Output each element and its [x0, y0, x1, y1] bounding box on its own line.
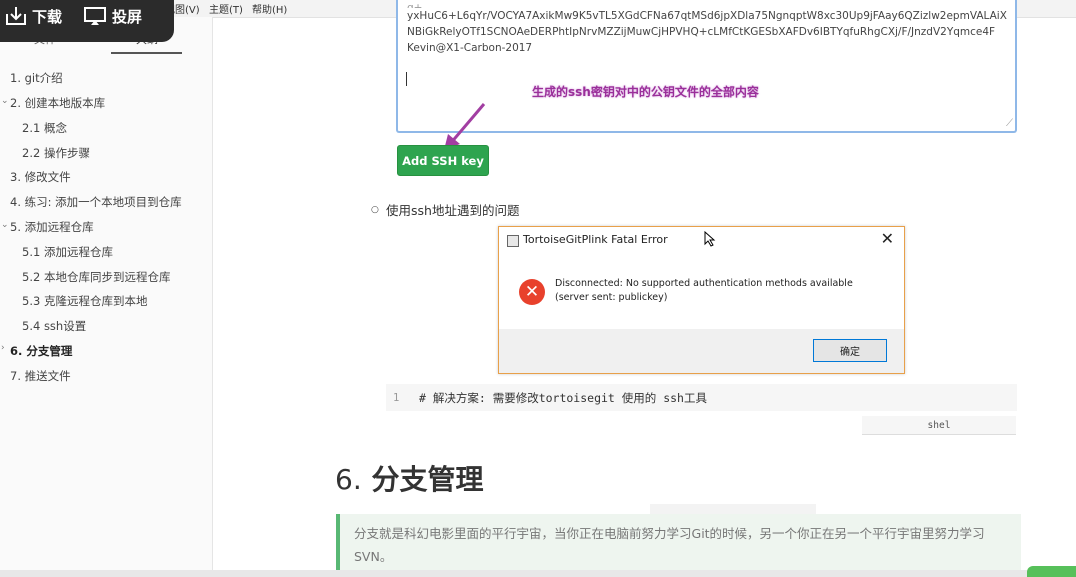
code-line-number: 1 [393, 392, 400, 404]
key-line: Kevin@X1-Carbon-2017 [407, 42, 533, 54]
blockquote: 分支就是科幻电影里面的平行宇宙，当你正在电脑前努力学习Git的时候，另一个你正在… [336, 514, 1021, 577]
section-heading: 6. 分支管理 [335, 458, 483, 498]
key-line: yxHuC6+L6qYr/VOCYA7AxikMw9K5vTL5XGdCFNa6… [407, 10, 1007, 22]
toc-item[interactable]: 7. 推送文件 [10, 368, 71, 384]
status-pill[interactable] [1027, 566, 1076, 577]
ok-button[interactable]: 确定 [813, 339, 887, 362]
quote-text: 分支就是科幻电影里面的平行宇宙，当你正在电脑前努力学习Git的时候，另一个你正在… [354, 526, 985, 564]
toc-item[interactable]: 2.2 操作步骤 [22, 145, 90, 161]
toc-item[interactable]: 3. 修改文件 [10, 169, 71, 185]
cast-button[interactable]: 投屏 [83, 5, 142, 27]
bullet-icon: ○ [371, 205, 379, 215]
dialog-footer: 确定 [499, 329, 904, 373]
toc-item[interactable]: 5.4 ssh设置 [22, 318, 86, 334]
error-dialog: TortoiseGitPlink Fatal Error ✕ ✕ Disconn… [498, 226, 905, 374]
key-line: NBiGkRelyOTf1SCNOAeDERPhtIpNrvMZZijMuwCj… [407, 26, 996, 38]
toc-item[interactable]: 4. 练习: 添加一个本地项目到仓库 [10, 194, 182, 210]
add-ssh-key-button[interactable]: Add SSH key [397, 145, 489, 176]
key-line-cutoff: g+... [407, 2, 433, 8]
chevron-right-icon[interactable]: › [1, 343, 5, 353]
chevron-down-icon[interactable]: ⌄ [1, 220, 9, 230]
error-icon: ✕ [519, 279, 545, 305]
code-text: # 解决方案: 需要修改tortoisegit 使用的 ssh工具 [419, 391, 707, 405]
bullet-text: 使用ssh地址遇到的问题 [386, 203, 520, 218]
download-icon [6, 7, 26, 25]
toc-item[interactable]: 2.1 概念 [22, 120, 67, 136]
download-overlay: 下载 投屏 [0, 0, 174, 42]
cast-label: 投屏 [112, 7, 143, 26]
heading-number: 6. [335, 463, 362, 496]
toc-item[interactable]: 5.3 克隆远程仓库到本地 [22, 293, 147, 309]
sidebar: 文件 大纲 1. git介绍 ⌄ 2. 创建本地版本库 2.1 概念 2.2 操… [0, 17, 213, 577]
horizontal-scrollbar[interactable] [0, 570, 1076, 577]
code-language-select[interactable]: shel [862, 416, 1016, 435]
toc-item-active[interactable]: 6. 分支管理 [10, 343, 72, 359]
text-cursor [406, 72, 407, 86]
cast-icon [84, 7, 106, 25]
toc-item[interactable]: 2. 创建本地版本库 [10, 95, 105, 111]
heading-title: 分支管理 [371, 463, 484, 496]
annotation-label: 生成的ssh密钥对中的公钥文件的全部内容 [532, 85, 759, 99]
close-icon[interactable]: ✕ [881, 229, 894, 248]
download-button[interactable]: 下载 [5, 5, 62, 27]
key-content: g+... yxHuC6+L6qYr/VOCYA7AxikMw9K5vTL5XG… [407, 0, 1007, 56]
menu-help[interactable]: 帮助(H) [252, 1, 287, 16]
toc-item[interactable]: 1. git介绍 [10, 70, 63, 86]
toc-item[interactable]: 5.1 添加远程仓库 [22, 244, 113, 260]
toc-item[interactable]: 5. 添加远程仓库 [10, 219, 94, 235]
toc-item[interactable]: 5.2 本地仓库同步到远程仓库 [22, 269, 170, 285]
tab-underline [111, 52, 182, 54]
mouse-cursor-icon [704, 231, 716, 247]
error-message: Disconnected: No supported authenticatio… [555, 278, 853, 303]
download-label: 下载 [32, 7, 63, 26]
code-block[interactable]: 1 # 解决方案: 需要修改tortoisegit 使用的 ssh工具 [386, 384, 1017, 411]
resize-grip-icon[interactable]: ⟋ [1006, 118, 1013, 129]
chevron-down-icon[interactable]: ⌄ [1, 96, 9, 106]
dialog-title: TortoiseGitPlink Fatal Error [523, 233, 668, 246]
app-icon [507, 235, 519, 247]
menu-theme[interactable]: 主题(T) [209, 1, 243, 16]
